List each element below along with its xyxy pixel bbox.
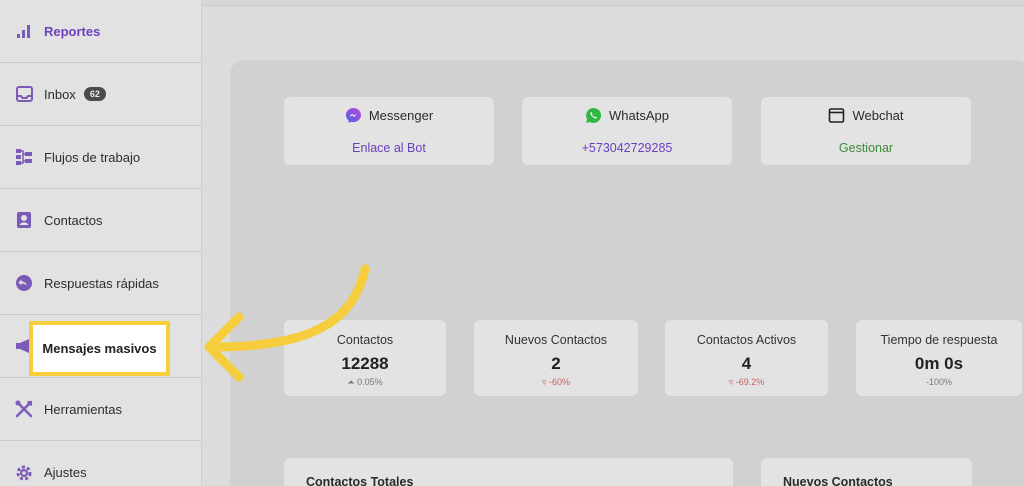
sidebar-item-inbox[interactable]: Inbox 62 [0,63,202,126]
card-title: Nuevos Contactos [783,475,893,486]
highlighted-mensajes-masivos[interactable]: Mensajes masivos [29,321,170,376]
stat-title: Nuevos Contactos [504,333,608,347]
sidebar-item-label: Contactos [44,212,103,228]
channel-card-whatsapp: WhatsApp +573042729285 [522,97,732,165]
sidebar-item-contactos[interactable]: Contactos [0,189,202,252]
stat-value: 0m 0s [914,354,964,373]
stat-card-nuevos-contactos: Nuevos Contactos 2 ▿ -60% [474,320,638,396]
contacts-icon [14,210,34,230]
channel-card-messenger: Messenger Enlace al Bot [284,97,494,165]
bar-chart-icon [14,21,34,41]
sidebar-item-label: Respuestas rápidas [44,275,159,291]
stat-title: Contactos Activos [696,333,797,347]
pointer-arrow [204,264,370,382]
inbox-count-badge: 62 [83,87,106,101]
trend-down-icon: ▿ [728,377,736,387]
stat-delta: ▿ -60% [541,377,571,387]
webchat-manage-link[interactable]: Gestionar [761,141,971,155]
quick-reply-icon [14,273,34,293]
top-bar [202,0,1024,6]
messenger-bot-link[interactable]: Enlace al Bot [284,141,494,155]
chart-card-contactos-totales: Contactos Totales [284,458,733,486]
sidebar-item-label: Flujos de trabajo [44,149,141,165]
channel-name: Webchat [852,108,904,123]
tools-icon [14,399,34,419]
whatsapp-icon [585,107,602,124]
sidebar-item-label: Ajustes [44,465,87,480]
whatsapp-number-link[interactable]: +573042729285 [522,141,732,155]
channel-card-webchat: Webchat Gestionar [761,97,971,165]
channel-name: WhatsApp [609,108,669,123]
messenger-icon [345,107,362,124]
sidebar-item-label: Reportes [44,23,101,39]
stat-value: 2 [551,354,561,373]
sidebar: Reportes Inbox 62 Flujos de trabajo Cont… [0,0,202,486]
stat-delta: -100% [925,377,952,387]
workflow-icon [14,147,34,167]
sidebar-item-ajustes[interactable]: Ajustes [0,441,202,486]
sidebar-item-respuestas[interactable]: Respuestas rápidas [0,252,202,315]
stat-card-contactos-activos: Contactos Activos 4 ▿ -69.2% [665,320,828,396]
highlighted-label: Mensajes masivos [42,341,157,356]
stat-card-tiempo-respuesta: Tiempo de respuesta 0m 0s -100% [856,320,1022,396]
sidebar-item-herramientas[interactable]: Herramientas [0,378,202,441]
card-title: Contactos Totales [306,475,414,486]
gear-icon [14,463,34,483]
sidebar-item-flujos[interactable]: Flujos de trabajo [0,126,202,189]
stat-value: 4 [741,354,752,373]
stat-title: Tiempo de respuesta [880,333,998,347]
chart-card-nuevos-contactos: Nuevos Contactos [761,458,972,486]
trend-down-icon: ▿ [541,377,549,387]
stat-delta: ▿ -69.2% [728,377,765,387]
sidebar-item-label: Herramientas [44,401,123,417]
sidebar-item-reportes[interactable]: Reportes [0,0,202,63]
channel-name: Messenger [368,108,434,123]
webchat-icon [828,107,845,124]
sidebar-item-label: Inbox [44,86,76,102]
inbox-icon [14,84,34,104]
